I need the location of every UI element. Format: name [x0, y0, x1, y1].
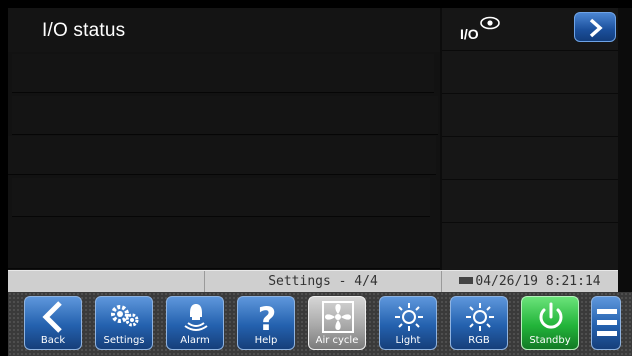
side-panel: I/O	[442, 8, 618, 270]
side-row	[442, 180, 618, 223]
title-bar: I/O status	[8, 8, 440, 52]
standby-label: Standby	[529, 335, 571, 346]
io-row	[8, 136, 436, 175]
datetime-display: 04/26/19 8:21:14	[442, 271, 618, 293]
side-row	[442, 137, 618, 180]
air-cycle-label: Air cycle	[315, 335, 359, 346]
bottom-toolbar: Back Settings Alarm ? Help Air cycle Lig…	[8, 292, 632, 356]
back-button[interactable]: Back	[24, 296, 82, 350]
chevron-right-icon	[589, 18, 603, 38]
io-row	[8, 220, 440, 269]
svg-text:?: ?	[258, 301, 277, 333]
usb-icon	[459, 277, 474, 284]
status-bar: Settings - 4/4 04/26/19 8:21:14	[8, 270, 618, 293]
eye-icon	[480, 16, 500, 30]
io-status-panel: I/O status	[8, 8, 440, 270]
io-row	[12, 96, 438, 135]
gears-icon	[111, 305, 139, 327]
side-header: I/O	[442, 8, 618, 51]
standby-button[interactable]: Standby	[521, 296, 579, 350]
rgb-label: RGB	[468, 335, 490, 346]
sun-icon	[395, 303, 423, 331]
side-row	[442, 51, 618, 94]
settings-label: Settings	[103, 335, 145, 346]
page-title: I/O status	[42, 20, 126, 41]
side-row	[442, 94, 618, 137]
alarm-label: Alarm	[180, 335, 210, 346]
alarm-bell-icon	[184, 304, 208, 331]
light-button[interactable]: Light	[379, 296, 437, 350]
air-cycle-button[interactable]: Air cycle	[308, 296, 366, 350]
question-mark-icon: ?	[258, 301, 277, 333]
page-info: Settings - 4/4	[205, 271, 442, 293]
status-left	[8, 271, 205, 293]
io-row	[12, 178, 430, 217]
screen: I/O status I/O Settings - 4/4 04/26/19 8…	[8, 8, 632, 356]
io-label: I/O	[460, 26, 479, 42]
io-row	[12, 54, 434, 93]
back-arrow-icon	[42, 301, 62, 333]
light-label: Light	[395, 335, 421, 346]
fan-icon	[322, 301, 354, 333]
help-label: Help	[254, 335, 278, 346]
rgb-button[interactable]: RGB	[450, 296, 508, 350]
settings-button[interactable]: Settings	[95, 296, 153, 350]
sun-icon	[466, 303, 494, 331]
hamburger-menu-icon	[597, 309, 617, 336]
alarm-button[interactable]: Alarm	[166, 296, 224, 350]
page-info-text: Settings - 4/4	[268, 274, 378, 289]
back-label: Back	[40, 335, 66, 346]
datetime-text: 04/26/19 8:21:14	[475, 274, 601, 289]
help-button[interactable]: ? Help	[237, 296, 295, 350]
next-page-button[interactable]	[574, 12, 616, 42]
power-icon	[539, 302, 563, 329]
menu-button[interactable]	[591, 296, 621, 350]
